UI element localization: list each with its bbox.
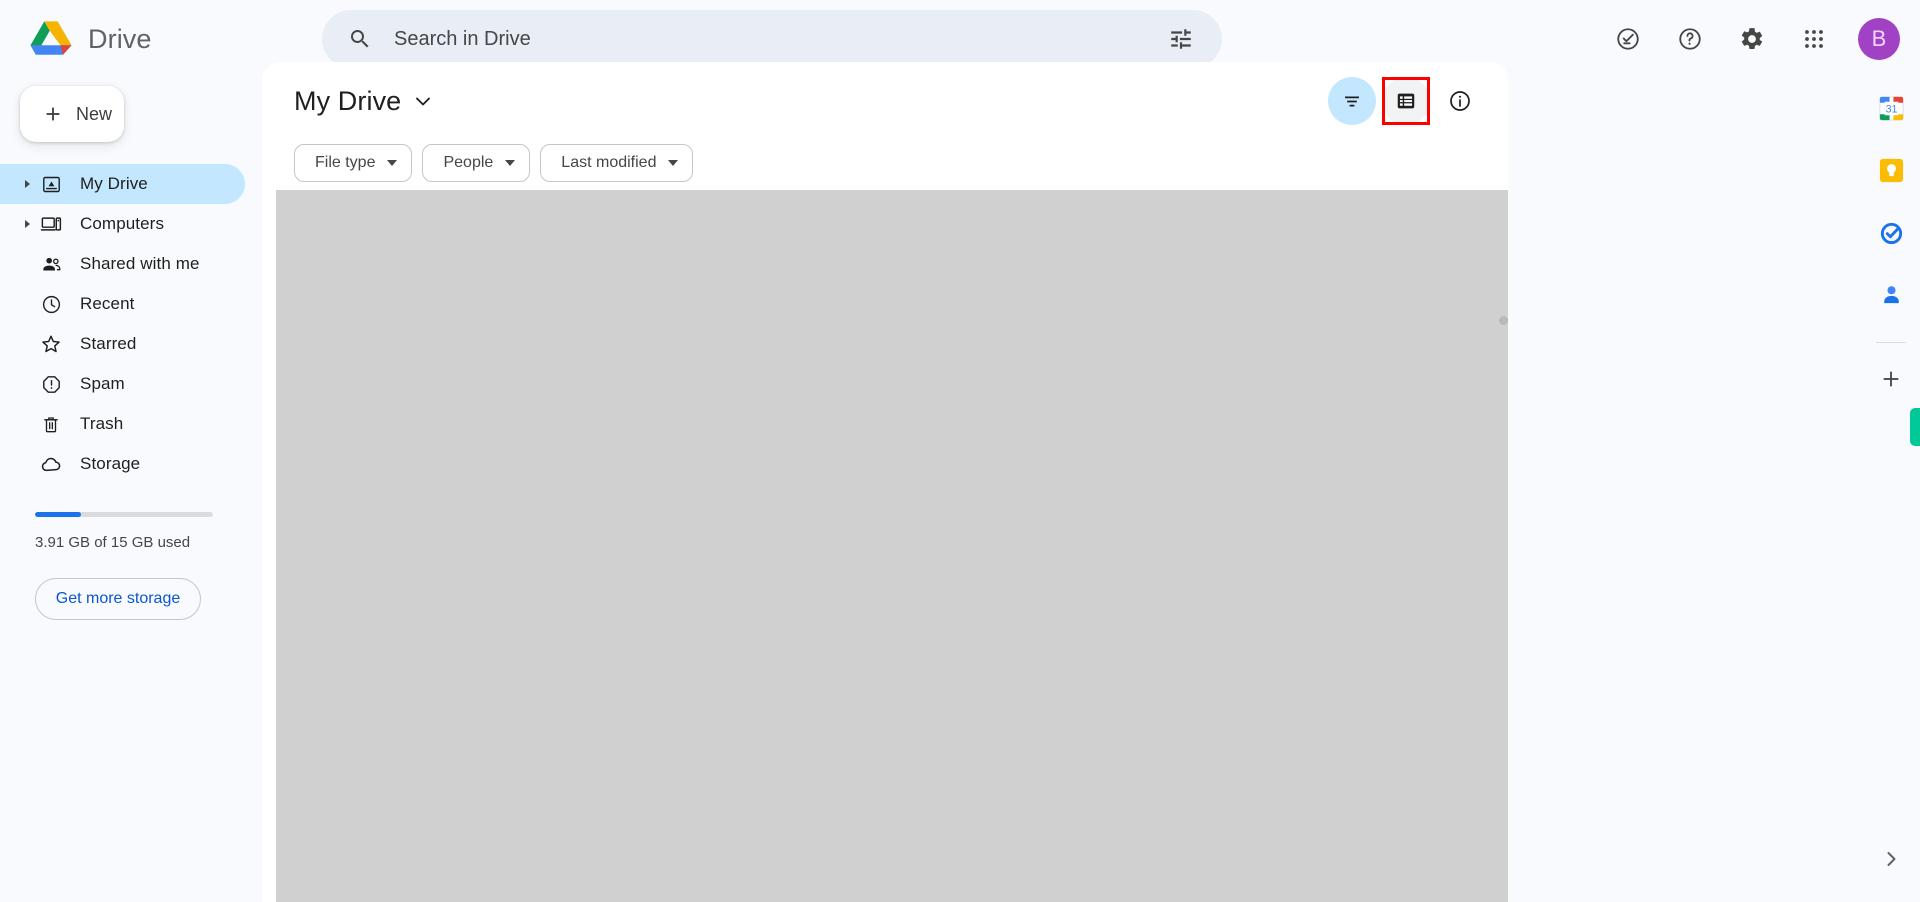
sidebar-nav: My Drive Computers Shared with me Recent… <box>0 164 262 484</box>
expand-caret-icon[interactable] <box>18 179 38 189</box>
cloud-icon <box>38 453 64 475</box>
file-list-area[interactable] <box>276 190 1508 902</box>
storage-usage-text: 3.91 GB of 15 GB used <box>35 534 191 551</box>
help-icon[interactable] <box>1666 15 1714 63</box>
right-side-panel: 31 <box>1862 62 1920 902</box>
get-more-storage-button[interactable]: Get more storage <box>35 578 201 620</box>
chevron-down-icon <box>387 160 398 166</box>
filter-chips: File type People Last modified <box>262 144 1508 182</box>
list-view-button[interactable] <box>1382 77 1430 125</box>
google-tasks-icon[interactable] <box>1871 212 1911 252</box>
sidebar-item-label: Starred <box>80 334 137 353</box>
main-header: My Drive <box>262 62 1508 140</box>
page-title: My Drive <box>294 85 402 116</box>
task-status-icon[interactable] <box>1604 15 1652 63</box>
sidebar-item-label: Shared with me <box>80 254 200 273</box>
sidebar-item-starred[interactable]: Starred <box>0 324 245 364</box>
chevron-down-icon <box>505 160 516 166</box>
sidebar-item-label: Trash <box>80 414 124 433</box>
sidebar-item-computers[interactable]: Computers <box>0 204 245 244</box>
sidebar-item-storage[interactable]: Storage <box>0 444 245 484</box>
computers-icon <box>38 213 64 235</box>
add-app-icon[interactable] <box>1871 359 1911 399</box>
spam-icon <box>38 373 64 395</box>
chevron-down-icon <box>668 160 679 166</box>
shared-with-me-icon <box>38 253 64 275</box>
search-bar[interactable] <box>322 10 1222 68</box>
left-sidebar: New My Drive Computers Shared with me Re… <box>0 78 262 902</box>
sidebar-item-label: Spam <box>80 374 125 393</box>
search-container <box>322 10 1222 68</box>
settings-gear-icon[interactable] <box>1728 15 1776 63</box>
new-button-label: New <box>76 103 113 124</box>
google-keep-icon[interactable] <box>1871 150 1911 190</box>
sidebar-item-spam[interactable]: Spam <box>0 364 245 404</box>
chip-label: Last modified <box>561 154 657 171</box>
my-drive-icon <box>38 173 64 195</box>
svg-text:31: 31 <box>1885 103 1897 115</box>
sidebar-item-shared-with-me[interactable]: Shared with me <box>0 244 245 284</box>
expand-caret-icon[interactable] <box>18 219 38 229</box>
chip-file-type[interactable]: File type <box>294 144 413 182</box>
sidebar-item-label: Computers <box>80 214 165 233</box>
green-side-tab[interactable] <box>1910 408 1920 446</box>
sidebar-item-recent[interactable]: Recent <box>0 284 245 324</box>
main-header-actions <box>1328 77 1484 125</box>
plus-icon <box>46 107 60 121</box>
sidebar-item-label: Storage <box>80 454 141 473</box>
chip-label: File type <box>315 154 376 171</box>
search-icon <box>351 30 369 48</box>
star-icon <box>38 333 64 355</box>
sidebar-item-my-drive[interactable]: My Drive <box>0 164 245 204</box>
expand-panel-chevron-icon[interactable] <box>1874 842 1908 876</box>
details-info-button[interactable] <box>1436 77 1484 125</box>
new-button[interactable]: New <box>20 86 124 142</box>
chip-label: People <box>443 154 494 171</box>
list-view-button-wrapper <box>1382 77 1430 125</box>
sidebar-item-trash[interactable]: Trash <box>0 404 245 444</box>
sort-filter-button[interactable] <box>1328 77 1376 125</box>
search-input[interactable] <box>394 27 1094 51</box>
side-panel-divider <box>1876 342 1906 343</box>
google-contacts-icon[interactable] <box>1871 274 1911 314</box>
scrollbar-thumb[interactable] <box>1499 316 1508 325</box>
main-panel: My Drive File type People Last modified <box>262 62 1508 902</box>
brand[interactable]: Drive <box>28 18 283 60</box>
brand-name: Drive <box>88 23 152 54</box>
tune-filter-icon[interactable] <box>1168 26 1194 52</box>
chip-last-modified[interactable]: Last modified <box>540 144 694 182</box>
storage-usage: 3.91 GB of 15 GB used <box>0 512 262 551</box>
storage-progress-fill <box>35 512 82 517</box>
avatar[interactable]: B <box>1858 18 1900 60</box>
top-bar-actions: B <box>1604 0 1900 78</box>
trash-icon <box>38 413 64 435</box>
google-calendar-icon[interactable]: 31 <box>1871 88 1911 128</box>
storage-progress-bar <box>35 512 213 517</box>
chip-people[interactable]: People <box>422 144 531 182</box>
page-title-chevron-down-icon[interactable] <box>415 93 431 109</box>
sidebar-item-label: My Drive <box>80 174 148 193</box>
google-drive-logo-icon <box>30 21 72 55</box>
google-apps-grid-icon[interactable] <box>1790 15 1838 63</box>
sidebar-item-label: Recent <box>80 294 135 313</box>
clock-icon <box>38 293 64 315</box>
google-drive-window: Drive Search in Drive B New My Drive Com… <box>0 0 1920 902</box>
